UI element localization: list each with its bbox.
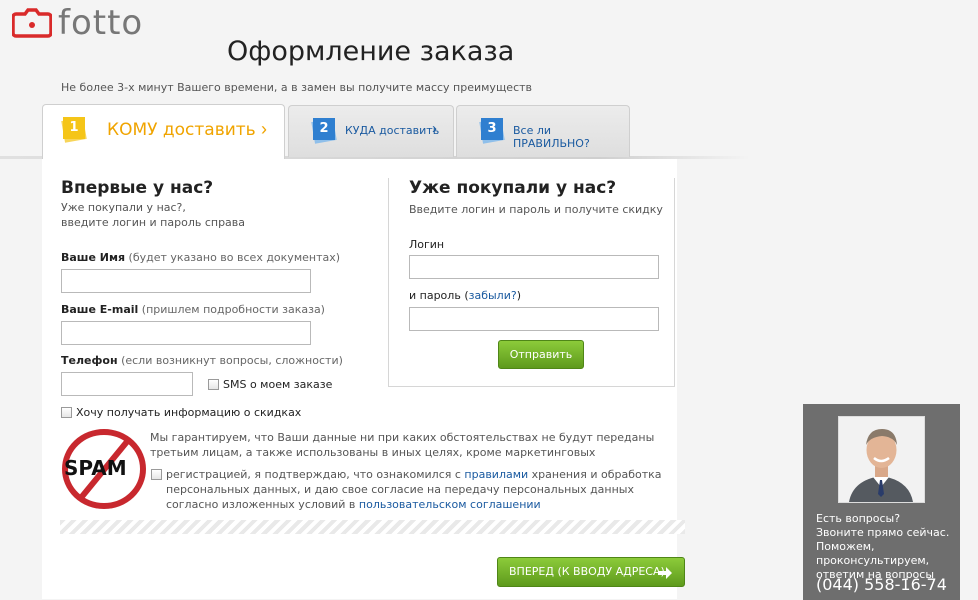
logo[interactable]: fotto: [12, 6, 143, 40]
returning-customer-heading: Уже покупали у нас?: [409, 178, 617, 198]
name-label: Ваше Имя (будет указано во всех документ…: [61, 251, 341, 264]
discount-label: Хочу получать информацию о скидках: [76, 406, 302, 419]
login-input[interactable]: [409, 255, 659, 279]
email-label: Ваше E-mail (пришлем подробности заказа): [61, 303, 325, 316]
arrow-right-icon: [658, 567, 672, 579]
next-step-button[interactable]: ВПЕРЕД (К ВВОДУ АДРЕСА): [497, 557, 685, 587]
phone-label: Телефон (если возникнут вопросы, сложнос…: [61, 354, 343, 367]
name-input[interactable]: [61, 269, 311, 293]
spam-text: SPAM: [64, 456, 127, 480]
email-input[interactable]: [61, 321, 311, 345]
tab-step-2[interactable]: 2 КУДА доставить ›: [288, 105, 454, 157]
tab-step-1[interactable]: 1 КОМУ доставить ›: [42, 104, 285, 159]
page-subtitle: Не более 3-х минут Вашего времени, а в з…: [61, 81, 533, 94]
logo-text: fotto: [58, 3, 144, 43]
forgot-password-link[interactable]: забыли?: [469, 289, 517, 302]
sms-label: SMS о моем заказе: [223, 378, 333, 391]
decorative-stripe: [60, 520, 685, 534]
chevron-right-icon: ›: [261, 119, 267, 139]
camera-logo-icon: [12, 8, 52, 38]
chevron-right-icon: ›: [432, 120, 437, 137]
submit-login-button[interactable]: Отправить: [498, 340, 584, 369]
step-2-badge-icon: 2: [311, 118, 337, 144]
new-customer-heading: Впервые у нас?: [61, 178, 214, 198]
tab-step-3[interactable]: 3 Все ли ПРАВИЛЬНО?: [456, 105, 630, 157]
password-label: и пароль (забыли?): [409, 289, 521, 302]
step-1-badge-icon: 1: [61, 117, 87, 143]
login-label: Логин: [409, 238, 445, 251]
support-phone[interactable]: (044) 558-16-74: [816, 575, 947, 594]
support-agent-avatar: [839, 417, 924, 502]
new-customer-note: Уже покупали у нас?, введите логин и пар…: [61, 201, 246, 229]
tab-step-1-label: КОМУ доставить: [107, 120, 256, 140]
support-text: Есть вопросы? Звоните прямо сейчас. Помо…: [816, 512, 950, 581]
password-input[interactable]: [409, 307, 659, 331]
page-title: Оформление заказа: [227, 36, 515, 67]
rules-link[interactable]: правилами: [464, 468, 528, 481]
sms-checkbox[interactable]: [208, 379, 219, 390]
tab-step-2-label: КУДА доставить: [345, 124, 440, 137]
agree-checkbox[interactable]: [151, 469, 162, 480]
phone-input[interactable]: [61, 372, 193, 396]
next-step-label: ВПЕРЕД (К ВВОДУ АДРЕСА): [509, 565, 665, 578]
discount-checkbox[interactable]: [61, 407, 72, 418]
user-agreement-link[interactable]: пользовательском соглашении: [359, 498, 541, 511]
tab-step-3-label: Все ли ПРАВИЛЬНО?: [513, 124, 590, 150]
step-3-badge-icon: 3: [479, 118, 505, 144]
returning-customer-note: Введите логин и пароль и получите скидку: [409, 203, 663, 216]
privacy-guarantee: Мы гарантируем, что Ваши данные ни при к…: [150, 431, 655, 459]
support-agent-photo: [838, 416, 925, 503]
agree-text: регистрацией, я подтверждаю, что ознаком…: [166, 468, 662, 511]
